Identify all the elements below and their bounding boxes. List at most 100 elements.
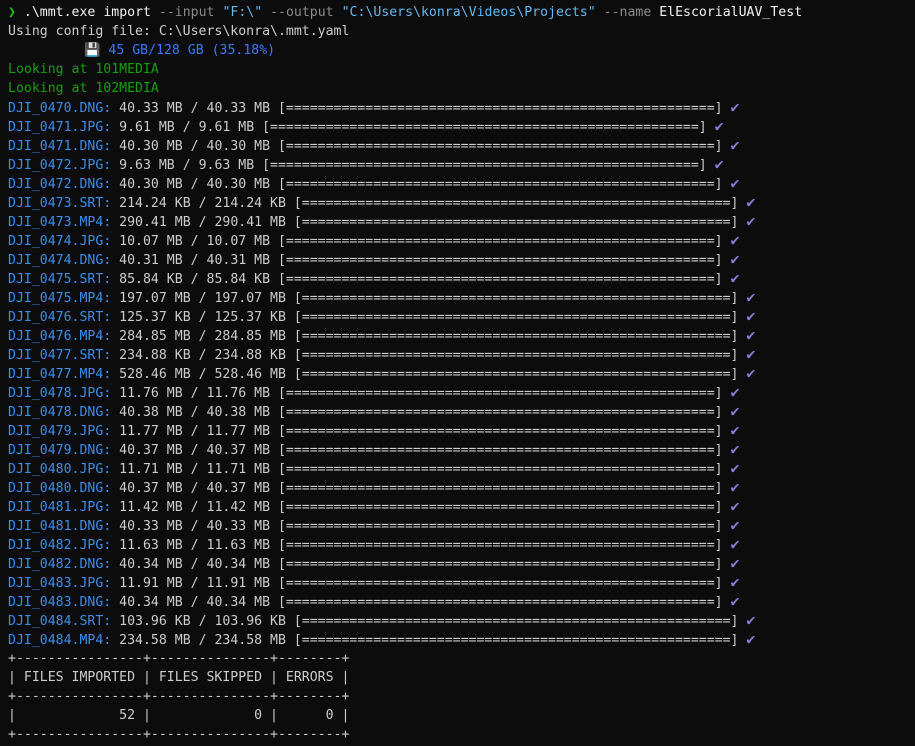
file-progress-row: DJI_0475.MP4: 197.07 MB / 197.07 MB [===… xyxy=(8,288,915,307)
file-progress: 40.34 MB / 40.34 MB [===================… xyxy=(119,595,723,610)
file-progress-row: DJI_0481.JPG: 11.42 MB / 11.42 MB [=====… xyxy=(8,497,915,516)
summary-table-line: +----------------+---------------+------… xyxy=(8,727,350,742)
file-progress-row: DJI_0472.DNG: 40.30 MB / 40.30 MB [=====… xyxy=(8,174,915,193)
file-progress: 528.46 MB / 528.46 MB [=================… xyxy=(119,367,739,382)
check-icon: ✔ xyxy=(730,98,740,116)
looking-line: Looking at 102MEDIA xyxy=(8,81,159,96)
file-name: DJI_0478.JPG: xyxy=(8,386,112,401)
file-name: DJI_0483.DNG: xyxy=(8,595,112,610)
file-progress-row: DJI_0473.MP4: 290.41 MB / 290.41 MB [===… xyxy=(8,212,915,231)
file-name: DJI_0478.DNG: xyxy=(8,405,112,420)
summary-table-line: | 52 | 0 | 0 | xyxy=(8,708,350,723)
file-name: DJI_0471.DNG: xyxy=(8,139,112,154)
check-icon: ✔ xyxy=(746,630,756,648)
prompt-arrow-icon: ❯ xyxy=(8,5,16,20)
file-name: DJI_0475.MP4: xyxy=(8,291,112,306)
file-progress: 197.07 MB / 197.07 MB [=================… xyxy=(119,291,739,306)
file-progress: 234.88 KB / 234.88 KB [=================… xyxy=(119,348,739,363)
output-flag: --output xyxy=(270,5,334,20)
file-progress-row: DJI_0471.DNG: 40.30 MB / 40.30 MB [=====… xyxy=(8,136,915,155)
file-progress: 284.85 MB / 284.85 MB [=================… xyxy=(119,329,739,344)
check-icon: ✔ xyxy=(730,383,740,401)
check-icon: ✔ xyxy=(730,440,740,458)
check-icon: ✔ xyxy=(730,592,740,610)
file-progress-row: DJI_0476.SRT: 125.37 KB / 125.37 KB [===… xyxy=(8,307,915,326)
file-name: DJI_0481.JPG: xyxy=(8,500,112,515)
file-progress-row: DJI_0482.DNG: 40.34 MB / 40.34 MB [=====… xyxy=(8,554,915,573)
file-name: DJI_0482.DNG: xyxy=(8,557,112,572)
file-progress-row: DJI_0478.DNG: 40.38 MB / 40.38 MB [=====… xyxy=(8,402,915,421)
file-name: DJI_0476.SRT: xyxy=(8,310,112,325)
file-name: DJI_0480.DNG: xyxy=(8,481,112,496)
summary-table-line: | FILES IMPORTED | FILES SKIPPED | ERROR… xyxy=(8,670,350,685)
looking-line: Looking at 101MEDIA xyxy=(8,62,159,77)
check-icon: ✔ xyxy=(746,307,756,325)
file-progress: 40.30 MB / 40.30 MB [===================… xyxy=(119,177,723,192)
check-icon: ✔ xyxy=(746,288,756,306)
drive-usage: 45 GB/128 GB (35.18%) xyxy=(108,43,276,58)
file-progress: 85.84 KB / 85.84 KB [===================… xyxy=(119,272,723,287)
file-progress: 40.34 MB / 40.34 MB [===================… xyxy=(119,557,723,572)
check-icon: ✔ xyxy=(714,155,724,173)
check-icon: ✔ xyxy=(746,326,756,344)
file-progress: 40.31 MB / 40.31 MB [===================… xyxy=(119,253,723,268)
output-value: "C:\Users\konra\Videos\Projects" xyxy=(341,5,596,20)
floppy-disk-icon: 💾 xyxy=(84,43,101,58)
file-name: DJI_0480.JPG: xyxy=(8,462,112,477)
check-icon: ✔ xyxy=(714,117,724,135)
file-progress: 11.63 MB / 11.63 MB [===================… xyxy=(119,538,723,553)
file-progress-row: DJI_0480.DNG: 40.37 MB / 40.37 MB [=====… xyxy=(8,478,915,497)
file-progress: 40.33 MB / 40.33 MB [===================… xyxy=(119,101,723,116)
file-name: DJI_0479.JPG: xyxy=(8,424,112,439)
file-progress-row: DJI_0477.MP4: 528.46 MB / 528.46 MB [===… xyxy=(8,364,915,383)
file-progress-row: DJI_0479.DNG: 40.37 MB / 40.37 MB [=====… xyxy=(8,440,915,459)
file-progress: 125.37 KB / 125.37 KB [=================… xyxy=(119,310,739,325)
file-name: DJI_0484.MP4: xyxy=(8,633,112,648)
file-name: DJI_0473.MP4: xyxy=(8,215,112,230)
command-line: ❯ .\mmt.exe import --input "F:\" --outpu… xyxy=(8,3,915,22)
check-icon: ✔ xyxy=(730,497,740,515)
file-name: DJI_0474.JPG: xyxy=(8,234,112,249)
check-icon: ✔ xyxy=(730,554,740,572)
file-progress-row: DJI_0483.JPG: 11.91 MB / 11.91 MB [=====… xyxy=(8,573,915,592)
command-exe: .\mmt.exe xyxy=(23,5,96,20)
check-icon: ✔ xyxy=(730,459,740,477)
file-progress: 10.07 MB / 10.07 MB [===================… xyxy=(119,234,723,249)
file-progress-row: DJI_0471.JPG: 9.61 MB / 9.61 MB [=======… xyxy=(8,117,915,136)
file-name: DJI_0472.JPG: xyxy=(8,158,112,173)
file-progress-row: DJI_0480.JPG: 11.71 MB / 11.71 MB [=====… xyxy=(8,459,915,478)
file-progress: 9.61 MB / 9.61 MB [=====================… xyxy=(119,120,707,135)
file-progress-row: DJI_0482.JPG: 11.63 MB / 11.63 MB [=====… xyxy=(8,535,915,554)
file-progress-row: DJI_0478.JPG: 11.76 MB / 11.76 MB [=====… xyxy=(8,383,915,402)
file-name: DJI_0477.MP4: xyxy=(8,367,112,382)
file-progress-row: DJI_0481.DNG: 40.33 MB / 40.33 MB [=====… xyxy=(8,516,915,535)
drive-usage-line: 💾 45 GB/128 GB (35.18%) xyxy=(8,41,915,60)
file-name: DJI_0476.MP4: xyxy=(8,329,112,344)
name-flag: --name xyxy=(603,5,652,20)
file-progress: 40.37 MB / 40.37 MB [===================… xyxy=(119,481,723,496)
file-name: DJI_0483.JPG: xyxy=(8,576,112,591)
check-icon: ✔ xyxy=(730,516,740,534)
file-name: DJI_0473.SRT: xyxy=(8,196,112,211)
file-progress-row: DJI_0474.DNG: 40.31 MB / 40.31 MB [=====… xyxy=(8,250,915,269)
file-progress-row: DJI_0479.JPG: 11.77 MB / 11.77 MB [=====… xyxy=(8,421,915,440)
file-progress: 11.42 MB / 11.42 MB [===================… xyxy=(119,500,723,515)
check-icon: ✔ xyxy=(730,573,740,591)
file-progress: 40.33 MB / 40.33 MB [===================… xyxy=(119,519,723,534)
file-progress: 40.37 MB / 40.37 MB [===================… xyxy=(119,443,723,458)
file-progress-row: DJI_0474.JPG: 10.07 MB / 10.07 MB [=====… xyxy=(8,231,915,250)
file-progress-row: DJI_0476.MP4: 284.85 MB / 284.85 MB [===… xyxy=(8,326,915,345)
summary-table: +----------------+---------------+------… xyxy=(8,649,915,744)
file-name: DJI_0484.SRT: xyxy=(8,614,112,629)
file-progress-row: DJI_0475.SRT: 85.84 KB / 85.84 KB [=====… xyxy=(8,269,915,288)
terminal-window[interactable]: ❯ .\mmt.exe import --input "F:\" --outpu… xyxy=(0,0,915,746)
command-subcommand: import xyxy=(103,5,151,20)
file-progress: 214.24 KB / 214.24 KB [=================… xyxy=(119,196,739,211)
file-name: DJI_0477.SRT: xyxy=(8,348,112,363)
file-name: DJI_0479.DNG: xyxy=(8,443,112,458)
file-progress: 11.77 MB / 11.77 MB [===================… xyxy=(119,424,723,439)
file-progress-row: DJI_0483.DNG: 40.34 MB / 40.34 MB [=====… xyxy=(8,592,915,611)
check-icon: ✔ xyxy=(730,421,740,439)
file-progress: 11.71 MB / 11.71 MB [===================… xyxy=(119,462,723,477)
input-value: "F:\" xyxy=(222,5,263,20)
